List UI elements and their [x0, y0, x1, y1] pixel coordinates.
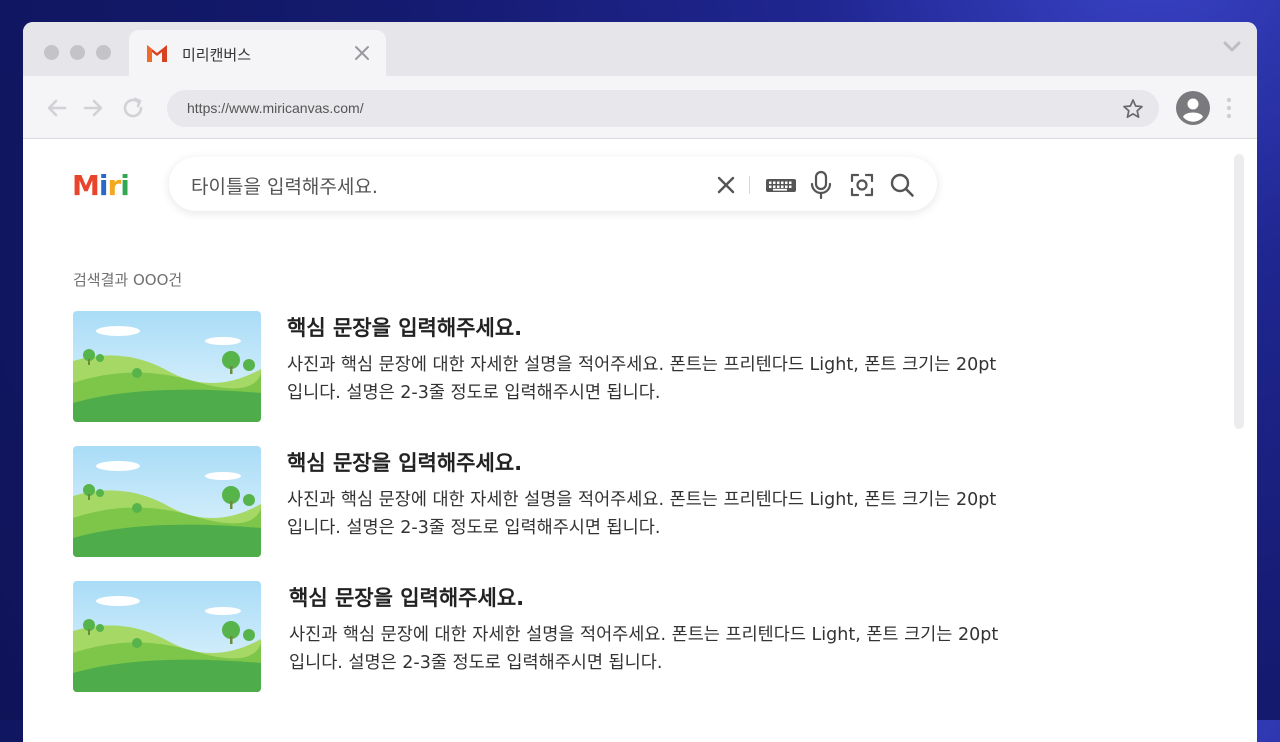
- landscape-thumbnail[interactable]: [73, 581, 261, 692]
- search-divider: [749, 176, 750, 194]
- search-bar[interactable]: 타이틀을 입력해주세요.: [169, 157, 937, 211]
- microphone-icon[interactable]: [809, 170, 833, 200]
- star-icon[interactable]: [1121, 97, 1145, 121]
- logo-letter: r: [107, 169, 121, 202]
- close-icon[interactable]: [352, 43, 372, 63]
- keyboard-icon[interactable]: [765, 172, 797, 198]
- camera-search-icon[interactable]: [849, 172, 875, 198]
- chevron-down-icon[interactable]: [1223, 40, 1241, 54]
- miri-logo[interactable]: Miri: [72, 169, 130, 203]
- result-description: 사진과 핵심 문장에 대한 자세한 설명을 적어주세요. 폰트는 프리텐다드 L…: [289, 625, 999, 673]
- arrow-right-icon[interactable]: [81, 96, 105, 120]
- tab-strip: 미리캔버스: [23, 22, 1257, 76]
- address-bar-row: https://www.miricanvas.com/: [23, 76, 1257, 139]
- scrollbar[interactable]: [1234, 154, 1244, 429]
- result-item[interactable]: 핵심 문장을 입력해주세요. 사진과 핵심 문장에 대한 자세한 설명을 적어주…: [73, 311, 1003, 423]
- arrow-left-icon[interactable]: [45, 96, 69, 120]
- result-description: 사진과 핵심 문장에 대한 자세한 설명을 적어주세요. 폰트는 프리텐다드 L…: [287, 490, 997, 538]
- result-count: 검색결과 OOO건: [73, 271, 183, 289]
- result-item[interactable]: 핵심 문장을 입력해주세요. 사진과 핵심 문장에 대한 자세한 설명을 적어주…: [73, 581, 1003, 693]
- window-controls: [44, 45, 111, 60]
- close-icon[interactable]: [713, 172, 739, 198]
- tab-title: 미리캔버스: [182, 46, 252, 64]
- browser-window: 미리캔버스 https://www.miricanvas.com/ Miri 타…: [23, 22, 1257, 742]
- browser-tab[interactable]: 미리캔버스: [129, 30, 386, 76]
- result-title[interactable]: 핵심 문장을 입력해주세요.: [287, 447, 522, 477]
- logo-letter: M: [72, 169, 100, 202]
- page-content: Miri 타이틀을 입력해주세요. 검색결과 OOO건 핵심 문장을 입력해주세…: [23, 139, 1257, 742]
- landscape-thumbnail[interactable]: [73, 311, 261, 422]
- maximize-window-button[interactable]: [96, 45, 111, 60]
- landscape-thumbnail[interactable]: [73, 446, 261, 557]
- address-bar[interactable]: https://www.miricanvas.com/: [167, 90, 1159, 127]
- reload-icon[interactable]: [121, 96, 145, 120]
- result-description: 사진과 핵심 문장에 대한 자세한 설명을 적어주세요. 폰트는 프리텐다드 L…: [287, 355, 997, 403]
- kebab-menu-icon[interactable]: [1226, 96, 1232, 120]
- result-title[interactable]: 핵심 문장을 입력해주세요.: [287, 312, 522, 342]
- url-text: https://www.miricanvas.com/: [187, 100, 364, 116]
- result-title[interactable]: 핵심 문장을 입력해주세요.: [289, 582, 524, 612]
- close-window-button[interactable]: [44, 45, 59, 60]
- logo-letter: i: [120, 169, 130, 202]
- avatar-icon[interactable]: [1176, 91, 1210, 125]
- result-item[interactable]: 핵심 문장을 입력해주세요. 사진과 핵심 문장에 대한 자세한 설명을 적어주…: [73, 446, 1003, 558]
- gmail-m-icon: [147, 45, 167, 62]
- search-input[interactable]: 타이틀을 입력해주세요.: [191, 172, 378, 199]
- minimize-window-button[interactable]: [70, 45, 85, 60]
- search-icon[interactable]: [889, 172, 915, 198]
